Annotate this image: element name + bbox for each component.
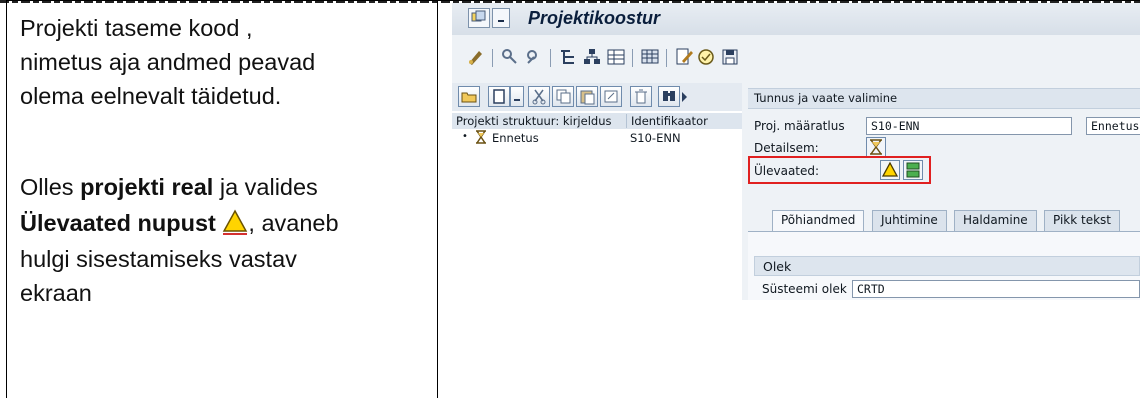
tree-col-description[interactable]: Projekti struktuur: kirjeldus (456, 114, 611, 128)
instruction-line-7: ekraan (20, 280, 92, 306)
tree-header: Projekti struktuur: kirjeldus Identifika… (452, 113, 742, 129)
tree-row-description: Ennetus (492, 131, 539, 145)
collapse-icon[interactable] (524, 47, 544, 67)
window-title: Projektikoostur (528, 8, 661, 28)
detail-pane: Tunnus ja vaate valimine Proj. määratlus… (748, 83, 1140, 300)
tree-row-project[interactable]: • Ennetus S10-ENN (452, 130, 742, 147)
save-layout-icon[interactable] (720, 47, 740, 67)
application-toolbar (452, 35, 1140, 83)
tab-pohiandmed[interactable]: Põhiandmed (772, 210, 865, 231)
instruction-line-3: olema eelnevalt täidetud. (20, 83, 282, 109)
paste-link-icon[interactable] (600, 86, 622, 107)
tab-juhtimine[interactable]: Juhtimine (872, 210, 947, 231)
instruction-cell: Projekti taseme kood , nimetus aja andme… (6, 0, 438, 398)
title-bar: Projektikoostur (452, 3, 1140, 35)
tab-pikk-tekst[interactable]: Pikk tekst (1044, 210, 1121, 231)
toolbar-separator (550, 49, 551, 67)
project-detail-button[interactable] (866, 137, 886, 157)
expand-icon[interactable] (500, 47, 520, 67)
system-status-label: Süsteemi olek (762, 282, 847, 296)
detailsem-label: Detailsem: (754, 141, 819, 155)
edit-mode-icon[interactable] (466, 47, 486, 67)
instruction-line-1: Projekti taseme kood , (20, 15, 253, 41)
toolbar-separator (632, 49, 633, 67)
proj-definition-field[interactable]: S10-ENN (866, 117, 1072, 135)
tab-content: Olek Süsteemi olek CRTD (748, 231, 1140, 300)
project-def-icon (474, 130, 488, 147)
find-icon[interactable] (658, 86, 680, 107)
dropdown-icon[interactable] (492, 8, 510, 28)
highlight-box (748, 156, 931, 184)
project-tree-pane: Projekti struktuur: kirjeldus Identifika… (452, 83, 742, 300)
paste-icon[interactable] (576, 86, 598, 107)
proj-definition-label: Proj. määratlus (754, 119, 845, 133)
table-icon[interactable] (640, 47, 660, 67)
system-status-field: CRTD (852, 280, 1140, 298)
tree-bullet: • (462, 131, 468, 142)
copy-icon[interactable] (552, 86, 574, 107)
instruction-line-6: hulgi sisestamiseks vastav (20, 246, 297, 272)
instruction-line-4: Olles projekti real ja valides (20, 174, 318, 200)
sap-window: Projektikoostur Projekti struktuur: kirj… (452, 3, 1140, 300)
structure-graphic-icon[interactable] (582, 47, 602, 67)
delete-icon[interactable] (630, 86, 652, 107)
more-arrow-icon[interactable] (682, 92, 687, 102)
instruction-line-5: Ülevaated nupust , avaneb (20, 209, 339, 236)
tree-col-identifier[interactable]: Identifikaator (626, 114, 708, 128)
selection-group-header: Tunnus ja vaate valimine (748, 88, 1140, 109)
new-dropdown-icon[interactable] (510, 86, 524, 107)
hierarchy-icon[interactable] (558, 47, 578, 67)
instruction-line-2: nimetus aja andmed peavad (20, 49, 316, 75)
selection-group-title: Tunnus ja vaate valimine (754, 91, 898, 105)
new-doc-icon[interactable] (488, 86, 510, 107)
tree-row-identifier: S10-ENN (630, 131, 681, 145)
cut-icon[interactable] (528, 86, 550, 107)
toolbar-separator (666, 49, 667, 67)
tab-haldamine[interactable]: Haldamine (954, 210, 1037, 231)
status-circle-icon[interactable] (696, 47, 716, 67)
toolbar-separator (492, 49, 493, 67)
open-folder-icon[interactable] (458, 86, 480, 107)
edit-doc-icon[interactable] (674, 47, 694, 67)
warning-triangle-icon (222, 209, 248, 235)
system-menu-icon[interactable] (468, 8, 490, 28)
status-group-header: Olek (754, 256, 1140, 276)
tree-toolbar (452, 83, 742, 111)
proj-description-field[interactable]: Ennetus (1086, 117, 1140, 135)
grid-view-icon[interactable] (606, 47, 626, 67)
